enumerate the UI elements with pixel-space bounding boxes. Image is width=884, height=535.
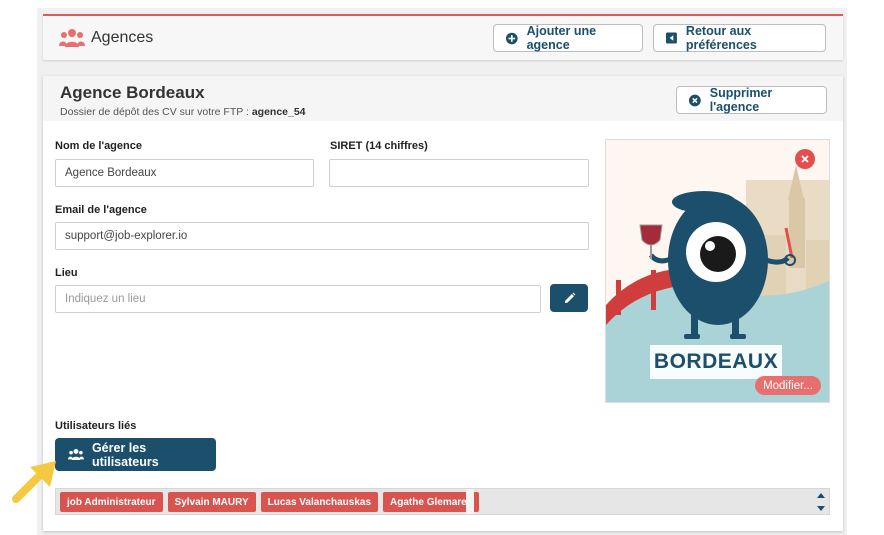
agency-name-label: Nom de l'agence xyxy=(55,140,142,152)
plus-circle-icon xyxy=(506,32,518,44)
place-field[interactable]: Indiquez un lieu xyxy=(55,285,541,313)
linked-users-list[interactable]: job Administrateur Sylvain MAURY Lucas V… xyxy=(55,488,830,515)
ftp-folder-info: Dossier de dépôt des CV sur votre FTP : … xyxy=(60,106,306,118)
delete-agency-button[interactable]: Supprimer l'agence xyxy=(676,86,827,114)
edit-place-button[interactable] xyxy=(550,284,588,312)
place-label: Lieu xyxy=(55,267,78,279)
pointer-arrow-icon xyxy=(12,461,56,503)
add-agency-button[interactable]: Ajouter une agence xyxy=(493,24,643,52)
users-icon xyxy=(68,448,84,461)
pencil-icon xyxy=(564,292,575,303)
close-icon[interactable] xyxy=(795,149,815,169)
agency-email-field[interactable]: support@job-explorer.io xyxy=(55,222,589,250)
siret-field[interactable] xyxy=(329,159,589,187)
page-title: Agences xyxy=(91,29,154,46)
back-label: Retour aux préférences xyxy=(685,24,757,52)
agency-card-header: Agence Bordeaux Dossier de dépôt des CV … xyxy=(43,76,843,121)
city-name-label: BORDEAUX xyxy=(650,345,782,379)
agencies-header: Agences Ajouter une agence Retour aux pr… xyxy=(43,14,843,60)
agency-name-field[interactable]: Agence Bordeaux xyxy=(55,159,314,187)
manage-users-button[interactable]: Gérer les utilisateurs xyxy=(55,438,216,471)
user-tag[interactable]: Lucas Valanchauskas xyxy=(260,492,379,512)
ftp-folder-prefix: Dossier de dépôt des CV sur votre FTP : xyxy=(60,106,249,118)
delete-agency-label: Supprimer l'agence xyxy=(709,86,773,114)
agency-email-label: Email de l'agence xyxy=(55,204,147,216)
back-square-icon xyxy=(666,32,677,44)
scroll-arrows-icon[interactable] xyxy=(816,490,826,514)
user-tag[interactable]: Agathe Glemarec xyxy=(383,492,480,512)
ftp-folder-name: agence_54 xyxy=(251,106,306,118)
users-icon xyxy=(59,29,85,47)
manage-users-label: Gérer les utilisateurs xyxy=(91,440,159,469)
city-illustration: BORDEAUX Modifier... xyxy=(605,139,830,403)
tags-divider xyxy=(466,489,474,514)
user-tags: job Administrateur Sylvain MAURY Lucas V… xyxy=(60,492,480,512)
times-circle-icon xyxy=(689,94,701,106)
siret-label: SIRET (14 chiffres) xyxy=(330,140,428,152)
modify-image-button[interactable]: Modifier... xyxy=(755,376,821,395)
back-to-preferences-button[interactable]: Retour aux préférences xyxy=(653,24,826,52)
agency-card: Agence Bordeaux Dossier de dépôt des CV … xyxy=(43,76,843,531)
add-agency-label: Ajouter une agence xyxy=(526,24,597,52)
user-tag[interactable]: job Administrateur xyxy=(60,492,163,512)
agency-title: Agence Bordeaux xyxy=(60,83,205,102)
user-tag[interactable]: Sylvain MAURY xyxy=(167,492,256,512)
linked-users-label: Utilisateurs liés xyxy=(55,420,137,432)
